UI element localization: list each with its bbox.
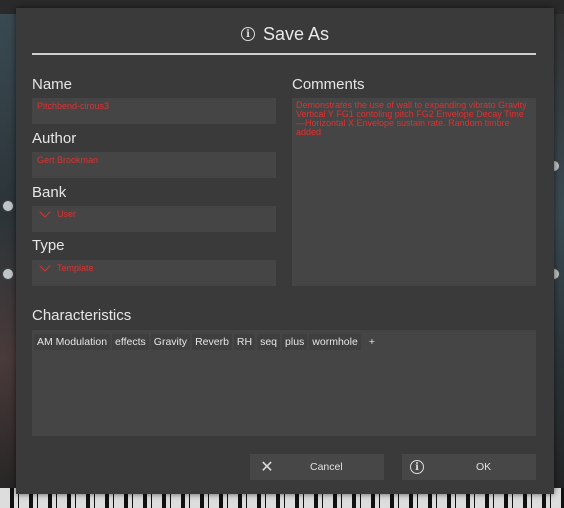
background-knob <box>2 268 14 280</box>
tag-chip[interactable]: Reverb <box>192 334 232 350</box>
characteristics-box[interactable]: AM Modulation effects Gravity Reverb RH … <box>32 330 536 436</box>
tag-chip[interactable]: wormhole <box>309 334 361 350</box>
comments-field[interactable]: Demonstrates the use of wall to expandin… <box>292 98 536 286</box>
bank-value: User <box>57 209 77 219</box>
close-icon: ✕ <box>260 459 274 476</box>
comments-label: Comments <box>292 76 365 93</box>
chevron-down-icon <box>39 206 51 218</box>
bank-dropdown[interactable]: User <box>32 206 276 232</box>
type-value: Template <box>57 263 94 273</box>
dialog-title: Save As <box>262 23 330 44</box>
name-field[interactable]: Pitchbend-cirous3 <box>32 98 276 124</box>
tag-chip[interactable]: effects <box>112 334 149 350</box>
save-as-dialog: i Save As Name Pitchbend-cirous3 Author … <box>16 8 554 494</box>
background-app-left-panel <box>0 14 16 508</box>
author-label: Author <box>32 130 77 147</box>
background-knob <box>2 200 14 212</box>
dialog-header: i Save As <box>16 22 554 46</box>
add-tag-button[interactable]: + <box>363 334 381 350</box>
tag-chip[interactable]: Gravity <box>150 334 191 350</box>
name-label: Name <box>32 76 73 93</box>
tag-list: AM Modulation effects Gravity Reverb RH … <box>32 330 536 350</box>
title-divider <box>32 53 536 55</box>
chevron-down-icon <box>39 260 51 272</box>
info-icon: i <box>240 27 255 41</box>
type-dropdown[interactable]: Template <box>32 260 276 286</box>
author-field[interactable]: Gert Brookman <box>32 152 276 178</box>
characteristics-label: Characteristics <box>32 307 132 324</box>
cancel-button[interactable]: ✕ Cancel <box>250 454 384 480</box>
tag-chip[interactable]: AM Modulation <box>34 334 111 350</box>
tag-chip[interactable]: seq <box>257 334 281 350</box>
info-icon: i <box>410 460 424 474</box>
cancel-label: Cancel <box>310 461 343 473</box>
ok-label: OK <box>476 461 492 473</box>
ok-button[interactable]: i OK <box>402 454 536 480</box>
type-label: Type <box>32 237 65 254</box>
tag-chip[interactable]: plus <box>282 334 308 350</box>
bank-label: Bank <box>32 184 67 201</box>
tag-chip[interactable]: RH <box>233 334 256 350</box>
